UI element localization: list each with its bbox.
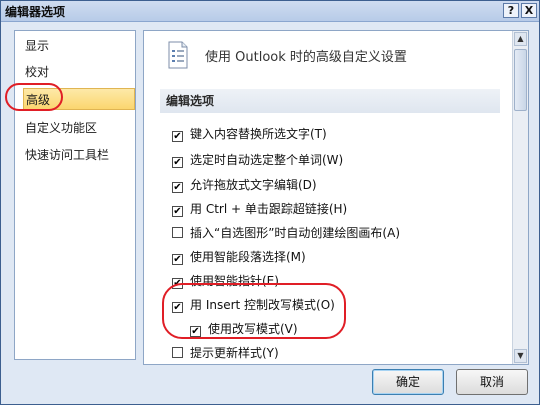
ok-button[interactable]: 确定 [372, 369, 444, 395]
option-smart-paragraph-selection[interactable]: ✔ 使用智能段落选择(M) [172, 248, 306, 265]
close-button[interactable]: X [521, 3, 537, 18]
cancel-button[interactable]: 取消 [456, 369, 528, 395]
checkbox[interactable] [172, 347, 183, 358]
editor-options-dialog: 编辑器选项 ? X 显示 校对 高级 自定义功能区 快速访问工具栏 使用 Out… [0, 0, 540, 405]
annotation-circle-advanced [5, 83, 63, 111]
option-typing-replaces-selection[interactable]: ✔ 键入内容替换所选文字(T) [172, 125, 327, 142]
checkbox[interactable]: ✔ [172, 206, 183, 217]
scroll-thumb[interactable] [514, 49, 527, 111]
dialog-title: 编辑器选项 [5, 5, 66, 19]
category-list: 显示 校对 高级 自定义功能区 快速访问工具栏 [14, 30, 136, 360]
option-auto-select-word[interactable]: ✔ 选定时自动选定整个单词(W) [172, 151, 343, 168]
checkbox[interactable]: ✔ [172, 182, 183, 193]
scroll-up-icon[interactable]: ▲ [514, 32, 527, 46]
nav-item-customize-ribbon[interactable]: 自定义功能区 [23, 117, 135, 139]
scroll-down-icon[interactable]: ▼ [514, 349, 527, 363]
checkbox[interactable] [172, 227, 183, 238]
checkbox[interactable]: ✔ [172, 157, 183, 168]
nav-item-proofing[interactable]: 校对 [23, 61, 135, 83]
title-bar: 编辑器选项 ? X [1, 1, 539, 22]
nav-item-display[interactable]: 显示 [23, 35, 135, 57]
annotation-circle-overtype [162, 283, 346, 339]
help-button[interactable]: ? [503, 3, 519, 18]
panel-header: 使用 Outlook 时的高级自定义设置 [205, 50, 407, 65]
option-auto-drawing-canvas[interactable]: 插入“自选图形”时自动创建绘图画布(A) [172, 224, 400, 241]
option-ctrl-click-hyperlink[interactable]: ✔ 用 Ctrl + 单击跟踪超链接(H) [172, 200, 347, 217]
checkbox[interactable]: ✔ [172, 131, 183, 142]
section-editing-options: 编辑选项 [160, 89, 500, 113]
option-prompt-update-style[interactable]: 提示更新样式(Y) [172, 344, 279, 361]
vertical-scrollbar[interactable]: ▲ ▼ [512, 31, 528, 364]
option-drag-drop-editing[interactable]: ✔ 允许拖放式文字编辑(D) [172, 176, 317, 193]
checkbox[interactable]: ✔ [172, 254, 183, 265]
document-settings-icon [168, 41, 188, 69]
nav-item-quick-access-toolbar[interactable]: 快速访问工具栏 [23, 144, 135, 166]
